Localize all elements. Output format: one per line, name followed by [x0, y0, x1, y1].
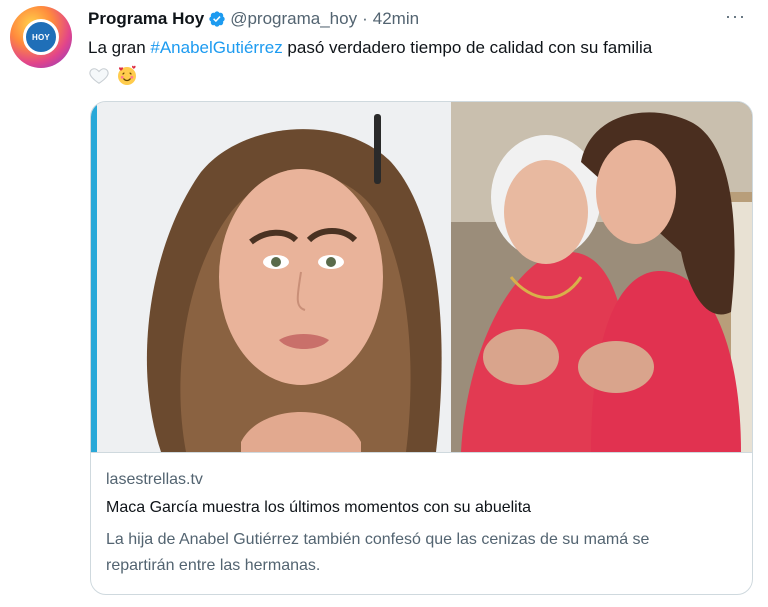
author-handle[interactable]: @programa_hoy	[230, 9, 357, 29]
tweet-header: Programa Hoy @programa_hoy · 42min	[88, 6, 419, 32]
separator-dot: ·	[362, 9, 368, 28]
smiling-face-with-hearts-emoji-icon	[117, 65, 136, 85]
tweet-text-prefix: La gran	[88, 38, 151, 57]
link-card-info[interactable]: lasestrellas.tv Maca García muestra los …	[91, 452, 752, 594]
white-heart-emoji-icon	[89, 67, 109, 84]
more-options-icon[interactable]: ···	[725, 6, 746, 27]
programa-hoy-logo-icon: HOY	[23, 19, 59, 55]
link-card-domain: lasestrellas.tv	[106, 471, 203, 488]
avatar[interactable]: HOY	[10, 6, 72, 68]
tweet-timestamp[interactable]: 42min	[373, 9, 419, 29]
link-card-photo-icon[interactable]	[91, 102, 752, 452]
author-display-name[interactable]: Programa Hoy	[88, 9, 204, 29]
link-card-description: La hija de Anabel Gutiérrez también conf…	[106, 531, 650, 574]
tweet-text: La gran #AnabelGutiérrez pasó verdadero …	[88, 35, 748, 87]
link-card-title: Maca García muestra los últimos momentos…	[106, 499, 532, 516]
tweet-text-suffix: pasó verdadero tiempo de calidad con su …	[282, 38, 653, 57]
hashtag-link[interactable]: #AnabelGutiérrez	[150, 38, 282, 57]
verified-badge-icon	[209, 11, 225, 27]
link-card[interactable]: lasestrellas.tv Maca García muestra los …	[90, 101, 753, 595]
